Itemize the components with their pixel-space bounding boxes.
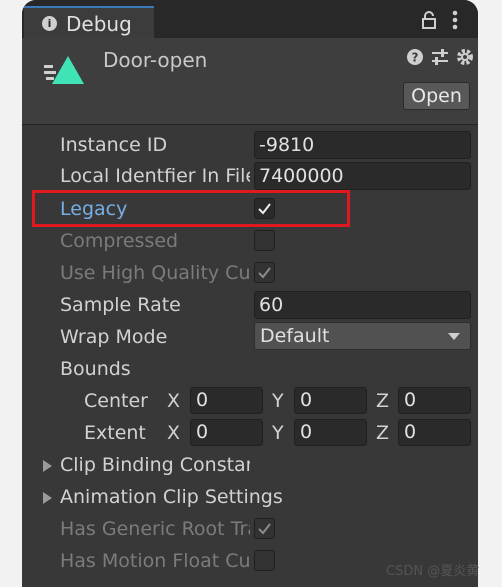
extent-y-field[interactable]: 0: [294, 419, 367, 446]
wrap-mode-label: Wrap Mode: [60, 326, 168, 348]
preset-icon[interactable]: [431, 48, 449, 66]
instance-id-label: Instance ID: [60, 134, 168, 156]
annotation-highlight-box: [32, 190, 350, 227]
gear-icon[interactable]: [456, 48, 474, 66]
center-x-label: X: [167, 390, 181, 412]
clip-binding-constant-foldout[interactable]: Clip Binding Constant: [60, 454, 250, 476]
extent-y-label: Y: [272, 422, 284, 444]
tab-label: Debug: [66, 12, 132, 36]
center-y-label: Y: [272, 390, 284, 412]
local-identifier-label: Local Identfier In File: [60, 165, 250, 187]
animation-clip-icon: [44, 56, 84, 84]
lock-icon[interactable]: [421, 11, 437, 29]
instance-id-field[interactable]: -9810: [254, 131, 471, 159]
inspector-header: Door-open ? Open: [22, 38, 478, 124]
clip-binding-constant-foldout-icon[interactable]: [43, 460, 52, 472]
asset-name: Door-open: [103, 48, 208, 72]
animation-clip-settings-foldout[interactable]: Animation Clip Settings: [60, 486, 320, 508]
checkmark-icon: [258, 267, 271, 279]
use-high-quality-curve-checkbox: [254, 262, 275, 283]
watermark: CSDN @夏炎黄: [386, 564, 480, 579]
checkmark-icon: [258, 523, 271, 535]
wrap-mode-dropdown[interactable]: Default: [254, 322, 471, 350]
has-generic-root-transform-label: Has Generic Root Tra: [60, 518, 250, 540]
has-motion-float-curves-label: Has Motion Float Cur: [60, 550, 250, 572]
tab-debug[interactable]: i Debug: [24, 6, 154, 38]
help-icon[interactable]: ?: [406, 48, 424, 66]
has-generic-root-transform-checkbox: [254, 518, 275, 539]
extent-x-field[interactable]: 0: [190, 419, 263, 446]
extent-z-field[interactable]: 0: [398, 419, 471, 446]
compressed-checkbox: [254, 230, 275, 251]
center-x-field[interactable]: 0: [190, 387, 263, 414]
open-button[interactable]: Open: [403, 82, 470, 110]
extent-x-label: X: [167, 422, 181, 444]
info-icon: i: [42, 16, 57, 31]
divider: [22, 124, 478, 125]
has-motion-float-curves-checkbox: [254, 550, 275, 571]
use-high-quality-curve-label: Use High Quality Cur: [60, 262, 250, 284]
svg-text:?: ?: [412, 51, 419, 65]
wrap-mode-value: Default: [260, 325, 330, 347]
sample-rate-field[interactable]: 60: [254, 291, 471, 319]
tab-bar: i Debug: [22, 0, 478, 38]
animation-clip-settings-foldout-icon[interactable]: [43, 492, 52, 504]
local-identifier-field[interactable]: 7400000: [254, 162, 471, 190]
center-z-field[interactable]: 0: [398, 387, 471, 414]
center-z-label: Z: [376, 390, 390, 412]
center-y-field[interactable]: 0: [294, 387, 367, 414]
inspector-window: i Debug Door-open ? Open Instance ID -98…: [22, 0, 478, 587]
more-options-icon[interactable]: [452, 10, 458, 30]
compressed-label: Compressed: [60, 230, 179, 252]
bounds-label: Bounds: [60, 358, 131, 380]
sample-rate-label: Sample Rate: [60, 294, 181, 316]
extent-z-label: Z: [376, 422, 390, 444]
chevron-down-icon: [448, 333, 460, 340]
